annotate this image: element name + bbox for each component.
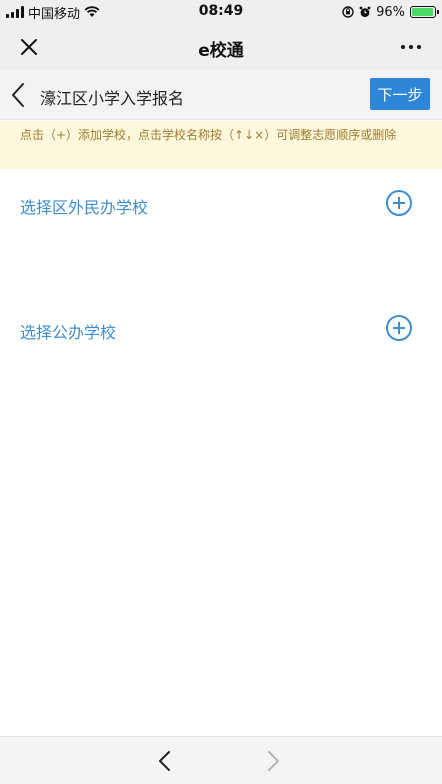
more-dot: [409, 45, 413, 49]
orientation-lock-icon: [342, 6, 354, 18]
add-circle-icon[interactable]: [386, 190, 412, 216]
battery-icon: [410, 6, 439, 18]
next-button[interactable]: 下一步: [370, 78, 430, 110]
section-label: 选择区外民办学校: [20, 198, 149, 217]
section-private-schools: 选择区外民办学校: [0, 184, 442, 224]
status-bar: 中国移动 08:49 96%: [0, 0, 442, 24]
title-bar: e校通: [0, 24, 442, 70]
battery-fill: [412, 8, 434, 16]
add-circle-icon[interactable]: [386, 315, 412, 341]
more-dot: [401, 45, 405, 49]
chevron-right-icon: [268, 751, 279, 771]
page-title: 濠江区小学入学报名: [40, 89, 185, 108]
status-right: 96%: [342, 0, 439, 24]
section-public-schools: 选择公办学校: [0, 309, 442, 349]
more-dot: [417, 45, 421, 49]
section-label: 选择公办学校: [20, 323, 117, 342]
browser-forward-button[interactable]: [262, 749, 284, 773]
bottom-nav-bar: [0, 736, 442, 784]
nav-bar: 濠江区小学入学报名 下一步: [0, 70, 442, 120]
back-button[interactable]: [8, 82, 30, 108]
more-button[interactable]: [396, 34, 426, 60]
chevron-left-icon: [159, 751, 170, 771]
browser-back-button[interactable]: [154, 749, 176, 773]
alarm-icon: [359, 6, 371, 17]
chevron-left-icon: [12, 83, 24, 107]
battery-percent: 96%: [376, 4, 405, 20]
app-title: e校通: [198, 41, 244, 61]
hint-banner: 点击（+）添加学校，点击学校名称按（↑↓×）可调整志愿顺序或删除: [0, 121, 442, 169]
